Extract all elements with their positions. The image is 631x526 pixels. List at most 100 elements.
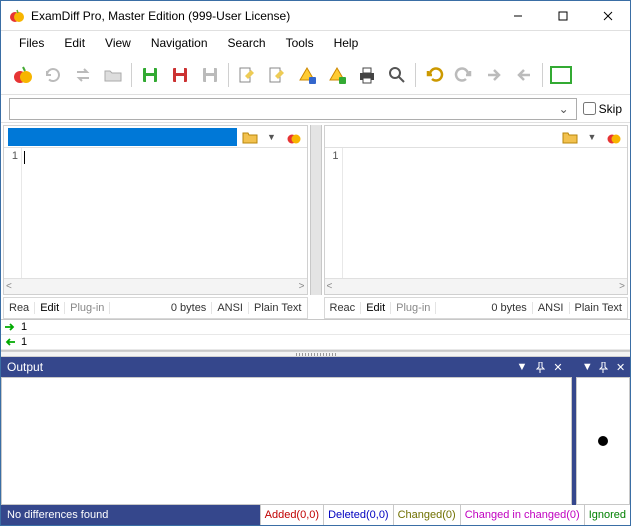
edit-right-icon[interactable] — [263, 61, 291, 89]
legend-changed: Changed(0) — [393, 505, 460, 525]
menu-files[interactable]: Files — [9, 33, 54, 53]
right-pane-header: ▼ — [325, 126, 628, 148]
right-editor-text[interactable] — [343, 148, 628, 278]
status-plugin: Plug-in — [391, 302, 436, 314]
save-diff-right-icon[interactable] — [323, 61, 351, 89]
output-panel-area: Output ▼ ✕ ▼ ✕ — [1, 357, 630, 505]
thumbnail-titlebar: ▼ ✕ — [576, 357, 630, 377]
vertical-splitter[interactable] — [310, 125, 322, 295]
redo-icon[interactable] — [450, 61, 478, 89]
left-editor-text[interactable] — [22, 148, 307, 278]
nav-row[interactable]: 1 — [1, 320, 630, 335]
next-diff-icon[interactable] — [480, 61, 508, 89]
left-editor[interactable]: 1 — [4, 148, 307, 278]
pathbar: ⌄ Skip — [1, 95, 630, 123]
open-folder-icon[interactable] — [241, 128, 259, 146]
right-pane-status: Reac Edit Plug-in 0 bytes ANSI Plain Tex… — [324, 297, 629, 319]
status-edit: Edit — [361, 302, 391, 314]
chevron-down-icon[interactable]: ▼ — [583, 128, 601, 146]
left-pane: ▼ 1 <> — [3, 125, 308, 295]
status-type: Plain Text — [570, 302, 628, 314]
status-edit: Edit — [35, 302, 65, 314]
output-titlebar: Output ▼ ✕ — [1, 357, 572, 377]
toolbar — [1, 55, 630, 95]
nav-rows: 1 1 — [1, 319, 630, 351]
right-editor[interactable]: 1 — [325, 148, 628, 278]
save-both-icon[interactable] — [196, 61, 224, 89]
left-pane-status: Rea Edit Plug-in 0 bytes ANSI Plain Text — [3, 297, 308, 319]
skip-label: Skip — [599, 102, 622, 116]
right-pane: ▼ 1 <> — [324, 125, 629, 295]
compare-mini-icon[interactable] — [285, 128, 303, 146]
window-layout-icon[interactable] — [547, 61, 575, 89]
save-left-icon[interactable] — [136, 61, 164, 89]
thumbnail-marker — [598, 436, 608, 446]
save-diff-left-icon[interactable] — [293, 61, 321, 89]
status-readonly: Reac — [325, 302, 362, 314]
output-panel: Output ▼ ✕ — [1, 357, 576, 505]
titlebar: ExamDiff Pro, Master Edition (999-User L… — [1, 1, 630, 31]
close-button[interactable] — [585, 1, 630, 31]
legend-added: Added(0,0) — [260, 505, 323, 525]
status-type: Plain Text — [249, 302, 307, 314]
diff-legend: Added(0,0) Deleted(0,0) Changed(0) Chang… — [260, 505, 630, 525]
output-body[interactable] — [1, 377, 572, 505]
zoom-icon[interactable] — [383, 61, 411, 89]
menu-tools[interactable]: Tools — [276, 33, 324, 53]
menu-help[interactable]: Help — [324, 33, 369, 53]
output-title: Output — [7, 360, 512, 374]
status-encoding: ANSI — [533, 302, 570, 314]
print-icon[interactable] — [353, 61, 381, 89]
status-readonly: Rea — [4, 302, 35, 314]
menu-edit[interactable]: Edit — [54, 33, 95, 53]
status-bytes: 0 bytes — [166, 302, 212, 314]
left-gutter: 1 — [4, 148, 22, 278]
folder-icon[interactable] — [99, 61, 127, 89]
left-scrollbar[interactable]: <> — [4, 278, 307, 294]
nav-row-text: 1 — [19, 321, 27, 333]
arrow-left-icon — [1, 337, 19, 347]
left-pane-header: ▼ — [4, 126, 307, 148]
menu-view[interactable]: View — [95, 33, 141, 53]
skip-checkbox[interactable]: Skip — [583, 102, 622, 116]
status-plugin: Plug-in — [65, 302, 110, 314]
chevron-down-icon[interactable]: ▼ — [263, 128, 281, 146]
skip-checkbox-input[interactable] — [583, 102, 596, 115]
refresh-icon[interactable] — [39, 61, 67, 89]
compare-mini-icon[interactable] — [605, 128, 623, 146]
minimize-button[interactable] — [495, 1, 540, 31]
pin-icon[interactable] — [597, 359, 612, 375]
panel-menu-icon[interactable]: ▼ — [514, 359, 530, 375]
thumbnail-panel: ▼ ✕ — [576, 357, 630, 505]
edit-left-icon[interactable] — [233, 61, 261, 89]
open-folder-icon[interactable] — [561, 128, 579, 146]
status-message: No differences found — [1, 509, 260, 521]
app-icon — [9, 8, 25, 24]
menu-navigation[interactable]: Navigation — [141, 33, 218, 53]
window-title: ExamDiff Pro, Master Edition (999-User L… — [31, 9, 495, 23]
arrow-right-icon — [1, 322, 19, 332]
save-right-icon[interactable] — [166, 61, 194, 89]
undo-icon[interactable] — [420, 61, 448, 89]
left-pane-title[interactable] — [8, 128, 237, 146]
right-scrollbar[interactable]: <> — [325, 278, 628, 294]
close-panel-icon[interactable]: ✕ — [550, 359, 566, 375]
nav-row[interactable]: 1 — [1, 335, 630, 350]
maximize-button[interactable] — [540, 1, 585, 31]
pane-status-row: Rea Edit Plug-in 0 bytes ANSI Plain Text… — [1, 297, 630, 319]
swap-icon[interactable] — [69, 61, 97, 89]
thumbnail-body[interactable] — [576, 377, 630, 505]
compare-icon[interactable] — [9, 61, 37, 89]
legend-changed-in-changed: Changed in changed(0) — [460, 505, 584, 525]
pin-icon[interactable] — [532, 359, 548, 375]
menu-search[interactable]: Search — [218, 33, 276, 53]
panel-menu-icon[interactable]: ▼ — [580, 359, 595, 375]
close-panel-icon[interactable]: ✕ — [613, 359, 628, 375]
chevron-down-icon[interactable]: ⌄ — [556, 102, 572, 116]
status-bytes: 0 bytes — [486, 302, 532, 314]
menubar: Files Edit View Navigation Search Tools … — [1, 31, 630, 55]
prev-diff-icon[interactable] — [510, 61, 538, 89]
path-combo[interactable]: ⌄ — [9, 98, 577, 120]
legend-ignored: Ignored — [584, 505, 630, 525]
right-pane-title[interactable] — [329, 128, 558, 146]
